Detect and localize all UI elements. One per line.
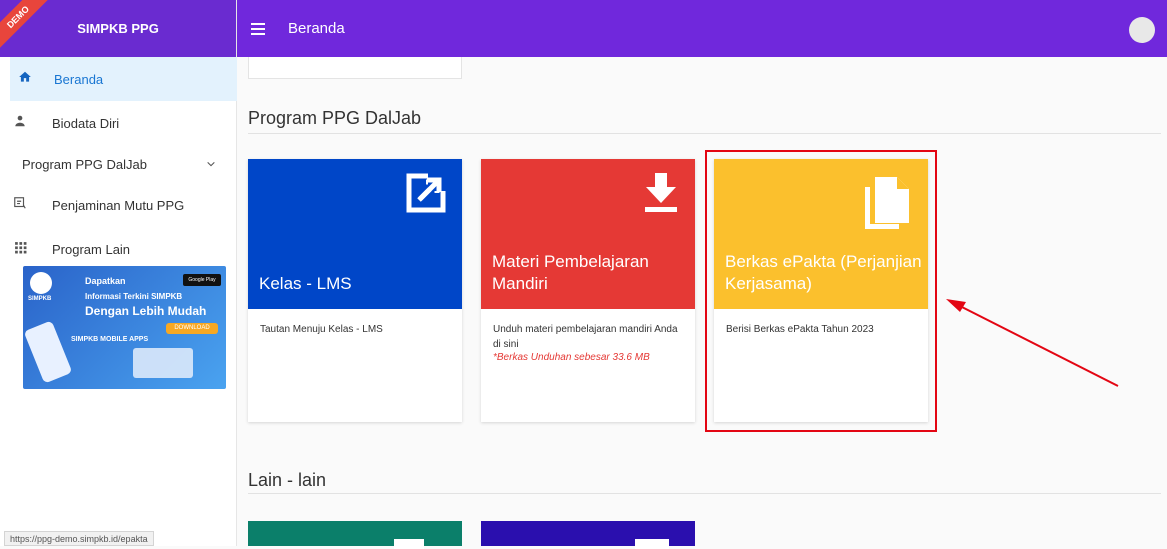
sidebar-item-beranda[interactable]: Beranda bbox=[10, 57, 237, 101]
card-description: Unduh materi pembelajaran mandiri Anda d… bbox=[493, 324, 678, 350]
annotation-highlight-box bbox=[705, 150, 937, 432]
card-header: Materi Pembelajaran Mandiri bbox=[481, 159, 695, 309]
bottom-card-1[interactable] bbox=[248, 521, 462, 549]
chevron-down-icon bbox=[206, 157, 216, 172]
sidebar-item-label: Biodata Diri bbox=[52, 115, 120, 131]
demo-ribbon: DEMO bbox=[0, 0, 53, 52]
section-title-lain-lain: Lain - lain bbox=[248, 470, 327, 490]
bottom-card-2[interactable] bbox=[481, 521, 695, 549]
avatar[interactable] bbox=[1129, 17, 1155, 43]
card-header: Kelas - LMS bbox=[248, 159, 462, 309]
brand-title: SIMPKB PPG bbox=[77, 21, 159, 36]
card-title: Materi Pembelajaran Mandiri bbox=[492, 252, 649, 293]
sidebar-item-label: Beranda bbox=[54, 71, 104, 87]
sidebar-item-program-lain[interactable]: Program Lain bbox=[0, 227, 236, 271]
promo-line-1: Dapatkan bbox=[85, 276, 126, 286]
promo-download-button[interactable]: DOWNLOAD bbox=[166, 323, 218, 334]
rating-icon bbox=[0, 196, 40, 214]
home-icon bbox=[10, 70, 40, 88]
promo-apps-label: SIMPKB MOBILE APPS bbox=[71, 336, 149, 343]
promo-line-3: Dengan Lebih Mudah bbox=[85, 304, 207, 318]
phone-illustration bbox=[23, 320, 73, 384]
sidebar-item-penjaminan-mutu[interactable]: Penjaminan Mutu PPG bbox=[0, 183, 236, 227]
section-divider bbox=[248, 493, 1161, 494]
promo-line-2: Informasi Terkini SIMPKB bbox=[85, 292, 183, 301]
simpkb-logo bbox=[30, 272, 52, 294]
sidebar-item-label: Penjaminan Mutu PPG bbox=[52, 197, 185, 213]
apps-grid-icon bbox=[0, 241, 40, 258]
card-description: Tautan Menuju Kelas - LMS bbox=[260, 324, 383, 335]
sidebar-item-biodata[interactable]: Biodata Diri bbox=[0, 101, 236, 145]
top-app-bar: Beranda bbox=[237, 0, 1167, 57]
card-note: *Berkas Unduhan sebesar 33.6 MB bbox=[493, 352, 650, 363]
sidebar: DEMO SIMPKB PPG Beranda Biodata Diri Pro… bbox=[0, 0, 237, 546]
card-kelas-lms[interactable]: Kelas - LMS Tautan Menuju Kelas - LMS bbox=[248, 159, 462, 422]
page-title: Beranda bbox=[288, 20, 345, 37]
person-icon bbox=[0, 114, 40, 132]
annotation-arrow-icon bbox=[946, 299, 1119, 387]
section-title-program-ppg: Program PPG DalJab bbox=[248, 108, 422, 128]
sidebar-group-program-ppg[interactable]: Program PPG DalJab bbox=[0, 145, 236, 183]
brand-header[interactable]: DEMO SIMPKB PPG bbox=[0, 0, 236, 57]
card-title: Kelas - LMS bbox=[259, 274, 352, 293]
card-icon bbox=[394, 539, 424, 549]
download-icon bbox=[643, 173, 679, 218]
status-url-tooltip: https://ppg-demo.simpkb.id/epakta bbox=[4, 531, 154, 546]
mobile-app-promo-banner[interactable]: SIMPKB Dapatkan Google Play Informasi Te… bbox=[23, 266, 226, 389]
sidebar-item-label: Program Lain bbox=[52, 241, 131, 257]
google-play-badge[interactable]: Google Play bbox=[183, 274, 221, 286]
partial-card-above bbox=[248, 57, 462, 79]
card-materi-pembelajaran[interactable]: Materi Pembelajaran Mandiri Unduh materi… bbox=[481, 159, 695, 422]
hamburger-menu-icon[interactable] bbox=[251, 22, 265, 35]
sidebar-group-label: Program PPG DalJab bbox=[22, 156, 147, 172]
promo-logo-text: SIMPKB bbox=[28, 296, 52, 302]
app-screens-illustration bbox=[133, 348, 193, 378]
open-external-icon bbox=[406, 173, 446, 218]
card-icon bbox=[635, 539, 669, 549]
section-divider bbox=[248, 133, 1161, 134]
